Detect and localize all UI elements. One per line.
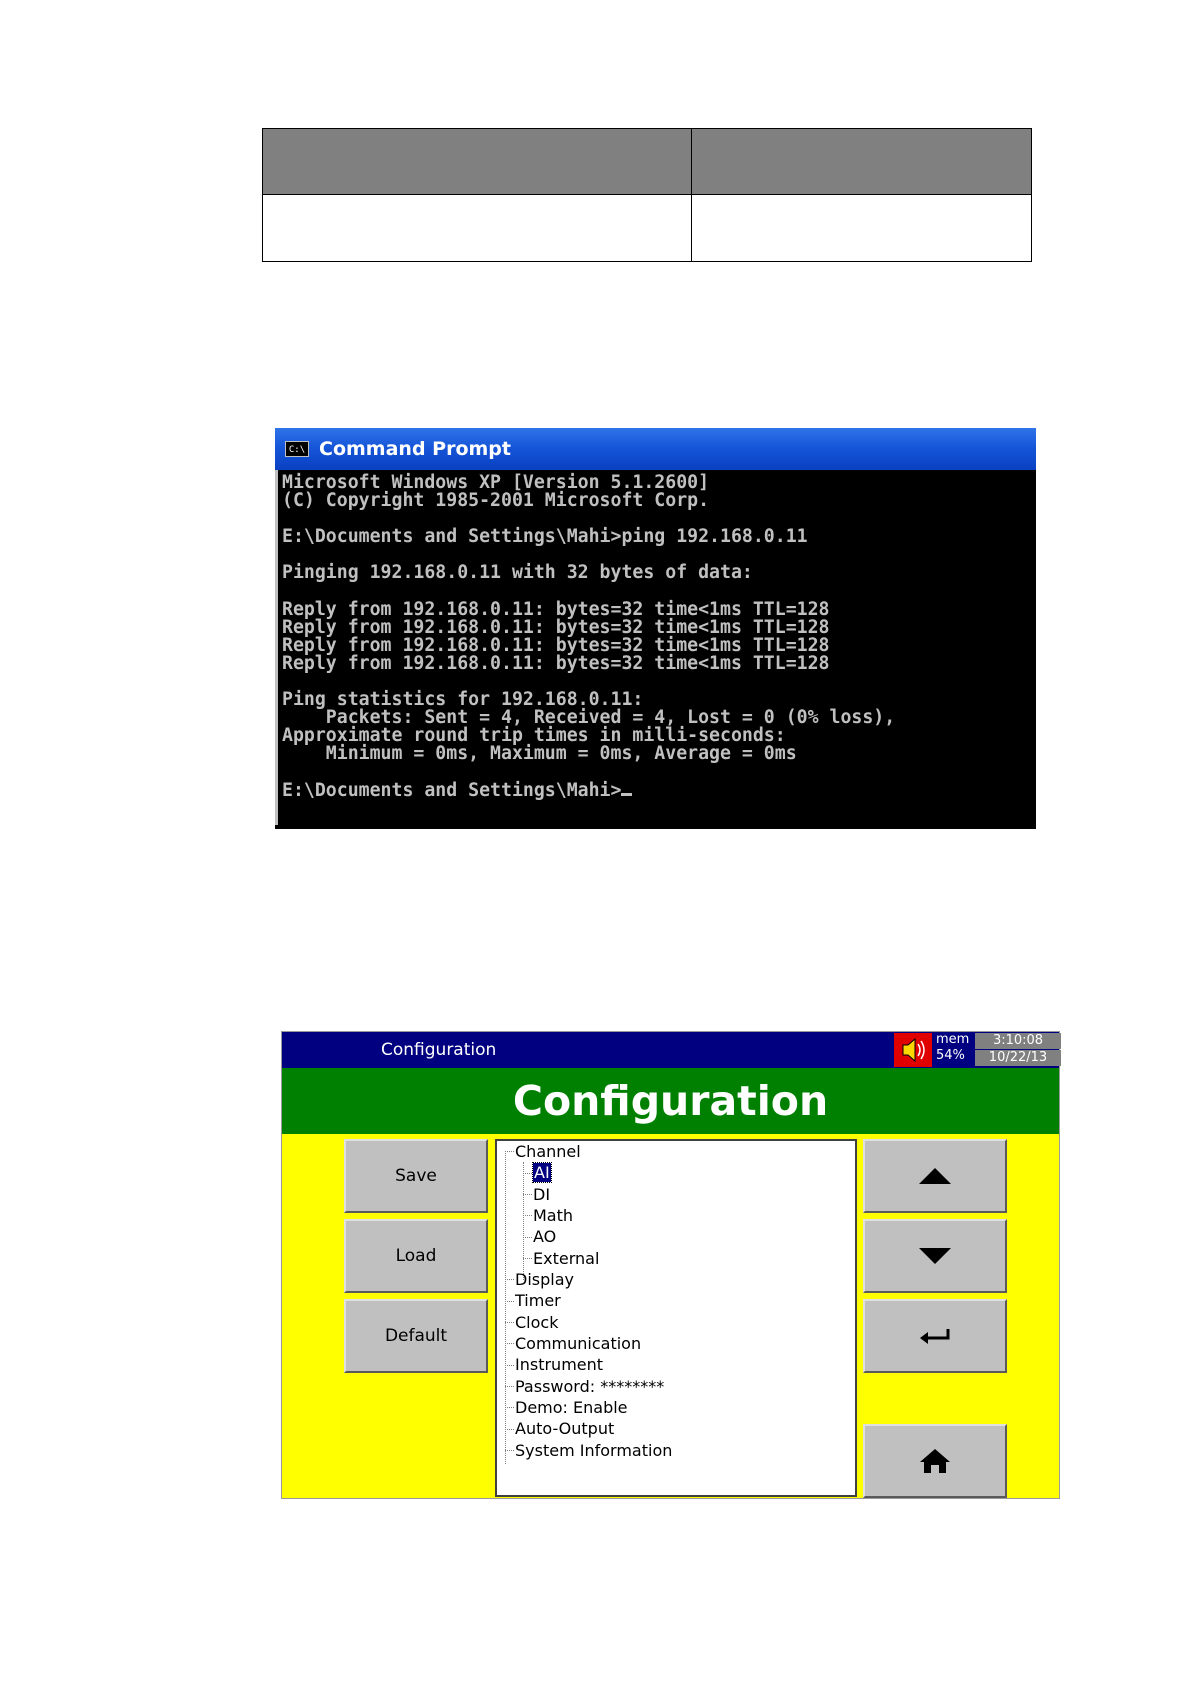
tree-item-instrument[interactable]: Instrument <box>515 1354 603 1375</box>
tree-item-password[interactable]: Password: ******** <box>515 1376 664 1397</box>
configuration-tree[interactable]: Channel AI DI Math AO External Display T… <box>495 1139 857 1497</box>
tree-item-auto-output[interactable]: Auto-Output <box>515 1418 614 1439</box>
table-header-row <box>262 128 1032 195</box>
tree-item-ao[interactable]: AO <box>533 1226 556 1247</box>
load-button-label: Load <box>395 1246 437 1266</box>
console-icon: C:\ <box>285 441 309 457</box>
tree-item-system-information[interactable]: System Information <box>515 1440 672 1461</box>
configuration-screen: Configuration mem 54% 3:10:08 10/22/13 C… <box>281 1031 1061 1499</box>
tree-item-label: Timer <box>515 1291 561 1310</box>
tree-item-channel[interactable]: Channel <box>515 1141 581 1162</box>
tree-connector <box>523 1194 532 1195</box>
save-button[interactable]: Save <box>344 1139 488 1213</box>
console-prompt: E:\Documents and Settings\Mahi> <box>282 779 622 801</box>
tree-item-clock[interactable]: Clock <box>515 1312 558 1333</box>
tree-item-external[interactable]: External <box>533 1248 599 1269</box>
tree-connector <box>523 1237 532 1238</box>
tree-connector <box>505 1429 514 1430</box>
tree-item-ai[interactable]: AI <box>532 1162 552 1183</box>
default-button-label: Default <box>384 1326 448 1346</box>
tree-item-label: Clock <box>515 1313 559 1332</box>
console-line: E:\Documents and Settings\Mahi> <box>282 779 1036 801</box>
tree-item-display[interactable]: Display <box>515 1269 574 1290</box>
command-prompt-title: Command Prompt <box>319 438 511 460</box>
console-line: Reply from 192.168.0.11: bytes=32 time<1… <box>282 652 830 674</box>
tree-item-label: Display <box>515 1270 574 1289</box>
command-prompt-output[interactable]: Microsoft Windows XP [Version 5.1.2600](… <box>275 470 1036 825</box>
tree-connector <box>505 1301 514 1302</box>
tree-connector <box>505 1450 514 1451</box>
clock-time: 3:10:08 <box>975 1033 1061 1049</box>
table-cell <box>262 194 692 262</box>
tree-connector <box>505 1279 514 1280</box>
table-header-cell <box>691 128 1032 195</box>
load-button[interactable]: Load <box>344 1219 488 1293</box>
tree-connector <box>505 1407 514 1408</box>
tree-connector <box>523 1215 532 1216</box>
tree-connector <box>523 1173 532 1174</box>
down-button[interactable] <box>863 1219 1007 1293</box>
speaker-mute-icon[interactable] <box>894 1033 932 1067</box>
home-button[interactable] <box>863 1424 1007 1498</box>
tree-connector <box>523 1162 524 1280</box>
tree-item-label: Demo: Enable <box>515 1398 628 1417</box>
home-icon <box>920 1449 950 1473</box>
command-prompt-window: C:\ Command Prompt Microsoft Windows XP … <box>275 428 1036 829</box>
memory-indicator: mem 54% <box>933 1032 974 1068</box>
enter-icon <box>920 1329 950 1344</box>
tree-item-label: DI <box>533 1185 551 1204</box>
document-table <box>262 128 1032 262</box>
tree-connector <box>505 1386 514 1387</box>
tree-item-label: Math <box>533 1206 574 1225</box>
config-titlebar: Configuration mem 54% 3:10:08 10/22/13 <box>282 1032 1061 1068</box>
tree-connector <box>523 1258 532 1259</box>
mem-label: mem <box>936 1032 970 1047</box>
console-line: E:\Documents and Settings\Mahi>ping 192.… <box>282 526 808 548</box>
tree-item-timer[interactable]: Timer <box>515 1290 561 1311</box>
tree-item-label: Channel <box>515 1142 581 1161</box>
tree-item-label: Auto-Output <box>515 1419 615 1438</box>
tree-connector <box>505 1151 514 1152</box>
config-window-title: Configuration <box>381 1040 497 1060</box>
console-line: (C) Copyright 1985-2001 Microsoft Corp. <box>282 490 710 512</box>
tree-item-demo[interactable]: Demo: Enable <box>515 1397 628 1418</box>
tree-connector <box>505 1151 506 1464</box>
up-arrow-icon <box>919 1168 951 1184</box>
tree-item-label: Password: ******** <box>515 1377 665 1396</box>
clock-date: 10/22/13 <box>975 1050 1061 1066</box>
down-arrow-icon <box>919 1248 951 1264</box>
default-button[interactable]: Default <box>344 1299 488 1373</box>
up-button[interactable] <box>863 1139 1007 1213</box>
table-header-cell <box>262 128 692 195</box>
tree-item-label: AO <box>533 1227 557 1246</box>
tree-item-label: Instrument <box>515 1355 604 1374</box>
table-cell <box>691 194 1032 262</box>
command-prompt-titlebar: C:\ Command Prompt <box>275 428 1036 470</box>
tree-item-math[interactable]: Math <box>533 1205 573 1226</box>
table-row <box>262 194 1032 262</box>
save-button-label: Save <box>395 1166 437 1186</box>
enter-button[interactable] <box>863 1299 1007 1373</box>
tree-connector <box>505 1322 514 1323</box>
page-title: Configuration <box>282 1068 1059 1134</box>
mem-value: 54% <box>936 1048 965 1063</box>
text-cursor <box>621 792 633 796</box>
tree-item-label: External <box>533 1249 600 1268</box>
console-line: Pinging 192.168.0.11 with 32 bytes of da… <box>282 562 753 584</box>
tree-connector <box>505 1365 514 1366</box>
tree-item-communication[interactable]: Communication <box>515 1333 641 1354</box>
tree-item-di[interactable]: DI <box>533 1184 550 1205</box>
tree-item-label: System Information <box>515 1441 673 1460</box>
tree-item-label: Communication <box>515 1334 642 1353</box>
console-line: Minimum = 0ms, Maximum = 0ms, Average = … <box>282 743 797 765</box>
tree-connector <box>505 1343 514 1344</box>
tree-item-label: AI <box>532 1162 552 1183</box>
